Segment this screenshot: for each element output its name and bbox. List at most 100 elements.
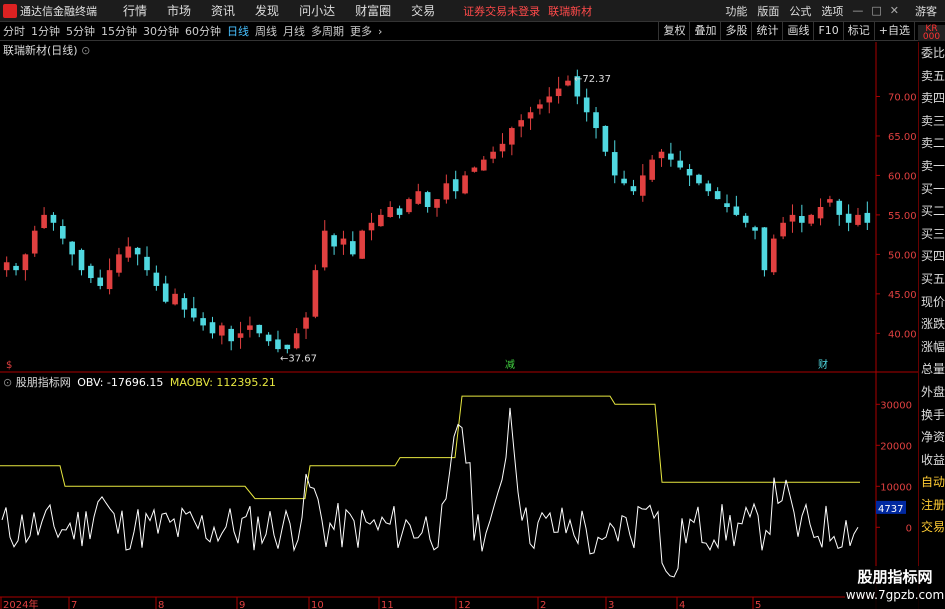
menu-shichang[interactable]: 市场 (167, 2, 191, 19)
quote-row-7[interactable]: 买二 (919, 200, 945, 223)
x-tick-label: 2024年 (3, 598, 38, 609)
fuquan-button[interactable]: 复权 (658, 22, 689, 40)
indicator-settings-icon[interactable]: ⊙ (3, 376, 12, 389)
quote-row-15[interactable]: 外盘 (919, 381, 945, 404)
candle-body (836, 200, 843, 215)
candle-body (378, 214, 384, 227)
candle-body (649, 159, 655, 180)
event-marker-3: 财 (818, 358, 828, 371)
candle-body (686, 169, 693, 176)
login-warning[interactable]: 证券交易未登录 (463, 3, 540, 19)
menu-xuanxiang[interactable]: 选项 (821, 3, 843, 19)
biaoji-button[interactable]: 标记 (842, 22, 874, 40)
candle-body (705, 183, 712, 192)
quote-row-10[interactable]: 买五 (919, 268, 945, 291)
duogu-button[interactable]: 多股 (720, 22, 751, 40)
quote-row-6[interactable]: 买一 (919, 178, 945, 201)
quote-row-0[interactable]: 委比 (919, 42, 945, 65)
menu-jiaoyi[interactable]: 交易 (411, 2, 435, 19)
candle-body (780, 222, 786, 237)
period-1min[interactable]: 1分钟 (31, 23, 60, 39)
candle-body (864, 212, 871, 223)
candle-body (415, 191, 422, 204)
candle-body (621, 178, 627, 184)
period-weekly[interactable]: 周线 (255, 23, 277, 39)
period-60min[interactable]: 60分钟 (185, 23, 221, 39)
candle-body (509, 128, 515, 145)
menu-faxian[interactable]: 发现 (255, 2, 279, 19)
quote-row-9[interactable]: 买四 (919, 245, 945, 268)
quote-row-11[interactable]: 现价 (919, 291, 945, 314)
menu-caifuquan[interactable]: 财富圈 (355, 2, 391, 19)
watermark-url: www.7gpzb.com (845, 588, 945, 602)
candle-body (116, 254, 122, 273)
guest-label[interactable]: 游客 (915, 3, 937, 19)
restore-icon[interactable]: □ (871, 4, 881, 17)
candle-body (817, 207, 824, 219)
period-30min[interactable]: 30分钟 (143, 23, 179, 39)
quote-row-19[interactable]: 自动 (919, 471, 945, 494)
quote-row-4[interactable]: 卖二 (919, 132, 945, 155)
period-monthly[interactable]: 月线 (283, 23, 305, 39)
obv-line (1, 407, 859, 578)
quote-row-17[interactable]: 净资 (919, 426, 945, 449)
obv-label: OBV: -17696.15 (77, 376, 164, 389)
huaxian-button[interactable]: 画线 (782, 22, 813, 40)
period-5min[interactable]: 5分钟 (66, 23, 95, 39)
menu-banmian[interactable]: 版面 (757, 3, 779, 19)
ind-tick-label: 10000 (880, 482, 912, 493)
quote-row-18[interactable]: 收益 (919, 449, 945, 472)
period-daily[interactable]: 日线 (227, 23, 249, 39)
quote-row-20[interactable]: 注册 (919, 494, 945, 517)
quote-row-12[interactable]: 涨跌 (919, 313, 945, 336)
stock-name: 联瑞新材 (548, 4, 593, 18)
quote-row-13[interactable]: 涨幅 (919, 336, 945, 359)
chevron-right-icon[interactable]: › (378, 25, 382, 38)
candle-body (808, 214, 814, 224)
candle-body (677, 160, 684, 168)
candle-body (696, 174, 702, 184)
candle-body (640, 175, 646, 196)
price-tick-label: 40.00 (888, 329, 917, 340)
menu-zixun[interactable]: 资讯 (211, 2, 235, 19)
tongji-button[interactable]: 统计 (751, 22, 782, 40)
candle-body (827, 199, 833, 203)
quote-row-3[interactable]: 卖三 (919, 110, 945, 133)
menu-gongshi[interactable]: 公式 (789, 3, 811, 19)
candle-body (303, 317, 309, 329)
diejia-button[interactable]: 叠加 (689, 22, 720, 40)
quote-row-1[interactable]: 卖五 (919, 65, 945, 88)
minimize-icon[interactable]: — (852, 4, 863, 17)
quote-row-14[interactable]: 总量 (919, 358, 945, 381)
quote-row-16[interactable]: 换手 (919, 404, 945, 427)
close-icon[interactable]: ✕ (890, 4, 899, 17)
candle-body (527, 112, 534, 119)
price-tick-label: 45.00 (888, 290, 917, 301)
candle-body (153, 272, 160, 286)
add-watchlist-button[interactable]: +自选 (873, 22, 914, 40)
period-multi[interactable]: 多周期 (311, 23, 344, 39)
menu-hangqing[interactable]: 行情 (123, 2, 147, 19)
candle-body (69, 241, 75, 255)
quote-row-2[interactable]: 卖四 (919, 87, 945, 110)
candle-body (265, 334, 272, 342)
menu-gongneng[interactable]: 功能 (725, 3, 747, 19)
f10-button[interactable]: F10 (813, 22, 842, 40)
candle-body (443, 183, 450, 200)
quote-row-5[interactable]: 卖一 (919, 155, 945, 178)
candle-body (209, 322, 216, 334)
period-more[interactable]: 更多 (350, 23, 372, 39)
quote-row-21[interactable]: 交易 (919, 516, 945, 539)
candle-body (593, 112, 599, 129)
ind-tick-label: 30000 (880, 400, 912, 411)
candle-body (845, 213, 852, 223)
candle-body (770, 238, 777, 273)
period-15min[interactable]: 15分钟 (101, 23, 137, 39)
period-fenshi[interactable]: 分时 (3, 23, 25, 39)
quote-row-8[interactable]: 买三 (919, 223, 945, 246)
price-tick-label: 65.00 (888, 132, 917, 143)
chart-area[interactable]: 40.00 45.00 50.00 55.00 60.00 65.00 70.00 0 100… (0, 42, 918, 609)
candle-body (106, 270, 113, 290)
menu-wenxiaoda[interactable]: 问小达 (299, 2, 335, 19)
candle-body (312, 270, 319, 317)
